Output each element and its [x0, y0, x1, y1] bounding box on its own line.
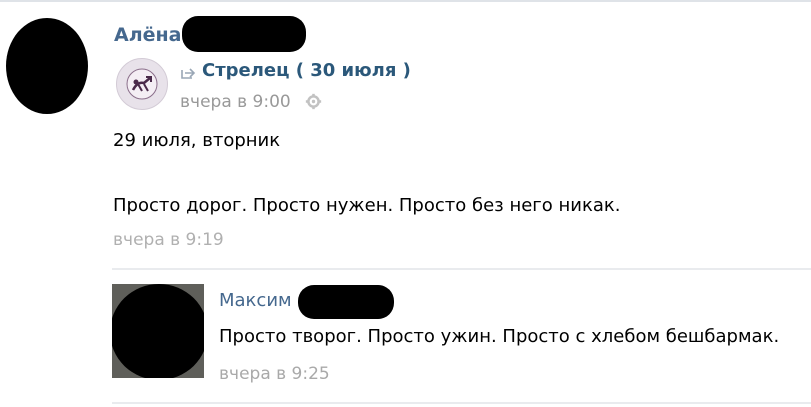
- redacted-surname: [182, 16, 306, 52]
- comment-timestamp[interactable]: вчера в 9:25: [219, 364, 330, 384]
- comment-bottom-divider: [112, 402, 811, 404]
- author-avatar[interactable]: [6, 18, 88, 114]
- comment-text: Просто творог. Просто ужин. Просто с хле…: [219, 326, 780, 347]
- top-border: [0, 0, 811, 2]
- post-text-body: Просто дорог. Просто нужен. Просто без н…: [113, 195, 621, 216]
- comment-author-avatar[interactable]: [112, 284, 204, 378]
- repost-source-avatar[interactable]: [116, 58, 168, 110]
- comment-author-name-link[interactable]: Максим: [219, 290, 292, 311]
- gear-icon[interactable]: [305, 93, 322, 110]
- author-name-link[interactable]: Алёна: [114, 24, 181, 46]
- redacted-comment-surname: [298, 285, 394, 319]
- sagittarius-zodiac-icon: [126, 68, 158, 100]
- repost-source-link[interactable]: Стрелец ( 30 июля ): [202, 60, 411, 81]
- repost-arrow-icon: [181, 68, 196, 79]
- redacted-face: [112, 284, 204, 378]
- repost-timestamp[interactable]: вчера в 9:00: [180, 92, 291, 112]
- post-timestamp[interactable]: вчера в 9:19: [113, 230, 224, 250]
- comments-divider: [112, 268, 811, 270]
- post-text-date: 29 июля, вторник: [113, 130, 281, 151]
